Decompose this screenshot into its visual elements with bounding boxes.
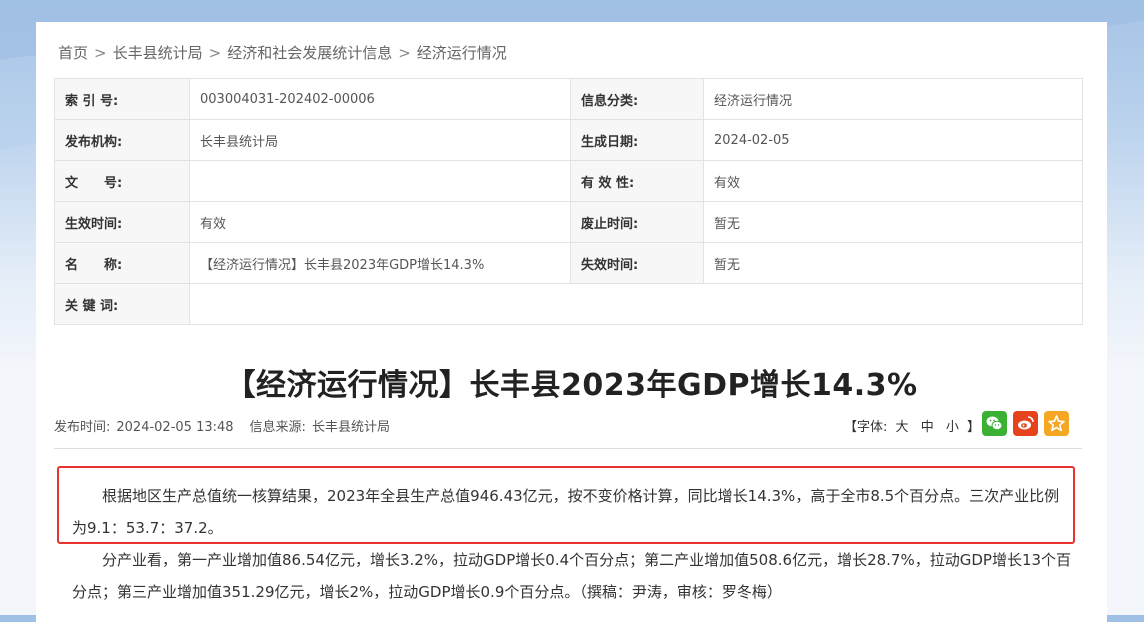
repeal-label: 废止时间: <box>570 201 704 243</box>
effective-value: 有效 <box>189 201 571 243</box>
doc-no-label: 文 号: <box>54 160 190 202</box>
publish-time: 2024-02-05 13:48 <box>116 420 234 435</box>
keywords-label: 关 键 词: <box>54 283 190 325</box>
font-close-label: 】 <box>967 420 981 435</box>
article-info: 发布时间: 2024-02-05 13:48 信息来源: 长丰县统计局 <box>54 416 390 435</box>
keywords-value <box>189 283 1083 325</box>
effective-label: 生效时间: <box>54 201 190 243</box>
metadata-table: 索 引 号: 003004031-202402-00006 信息分类: 经济运行… <box>54 78 1083 325</box>
breadcrumb-economy[interactable]: 经济运行情况 <box>417 44 507 62</box>
source-label: 信息来源: <box>249 420 306 435</box>
source-value: 长丰县统计局 <box>311 420 390 435</box>
repeal-value: 暂无 <box>703 201 1083 243</box>
font-medium-button[interactable]: 中 <box>921 420 934 435</box>
validity-value: 有效 <box>703 160 1083 202</box>
doc-no-value <box>189 160 571 202</box>
category-label: 信息分类: <box>570 78 704 120</box>
gen-date-label: 生成日期: <box>570 119 704 161</box>
font-size-control: 【字体: 大 中 小 】 <box>844 416 980 435</box>
breadcrumb-separator: > <box>398 44 411 62</box>
gen-date-value: 2024-02-05 <box>703 119 1083 161</box>
table-row: 文 号: 有 效 性: 有效 <box>54 160 1083 202</box>
font-open-label: 【字体: <box>844 420 888 435</box>
font-small-button[interactable]: 小 <box>946 420 959 435</box>
breadcrumb-stats-info[interactable]: 经济和社会发展统计信息 <box>227 44 392 62</box>
weibo-icon[interactable] <box>1013 411 1038 436</box>
publish-label: 发布时间: <box>54 420 111 435</box>
org-value: 长丰县统计局 <box>189 119 571 161</box>
article-paragraph-2: 分产业看，第一产业增加值86.54亿元，增长3.2%，拉动GDP增长0.4个百分… <box>72 551 1072 601</box>
expire-value: 暂无 <box>703 242 1083 284</box>
breadcrumb: 首页 > 长丰县统计局 > 经济和社会发展统计信息 > 经济运行情况 <box>58 42 507 63</box>
index-label: 索 引 号: <box>54 78 190 120</box>
category-value: 经济运行情况 <box>703 78 1083 120</box>
favorite-star-icon[interactable] <box>1044 411 1069 436</box>
breadcrumb-bureau[interactable]: 长丰县统计局 <box>113 44 203 62</box>
table-row: 发布机构: 长丰县统计局 生成日期: 2024-02-05 <box>54 119 1083 161</box>
validity-label: 有 效 性: <box>570 160 704 202</box>
org-label: 发布机构: <box>54 119 190 161</box>
divider <box>54 448 1082 449</box>
table-row: 索 引 号: 003004031-202402-00006 信息分类: 经济运行… <box>54 78 1083 120</box>
table-row: 名 称: 【经济运行情况】长丰县2023年GDP增长14.3% 失效时间: 暂无 <box>54 242 1083 284</box>
index-value: 003004031-202402-00006 <box>189 78 571 120</box>
table-row: 生效时间: 有效 废止时间: 暂无 <box>54 201 1083 243</box>
breadcrumb-separator: > <box>208 44 222 62</box>
table-row: 关 键 词: <box>54 283 1083 325</box>
font-large-button[interactable]: 大 <box>896 420 909 435</box>
article-title: 【经济运行情况】长丰县2023年GDP增长14.3% <box>225 368 918 403</box>
name-value: 【经济运行情况】长丰县2023年GDP增长14.3% <box>189 242 571 284</box>
breadcrumb-separator: > <box>94 44 107 62</box>
expire-label: 失效时间: <box>570 242 704 284</box>
wechat-icon[interactable] <box>982 411 1007 436</box>
article-paragraph-1: 根据地区生产总值统一核算结果，2023年全县生产总值946.43亿元，按不变价格… <box>72 487 1060 537</box>
content-panel: 首页 > 长丰县统计局 > 经济和社会发展统计信息 > 经济运行情况 索 引 号: 0030… <box>36 22 1107 622</box>
breadcrumb-home[interactable]: 首页 <box>58 44 88 62</box>
name-label: 名 称: <box>54 242 190 284</box>
